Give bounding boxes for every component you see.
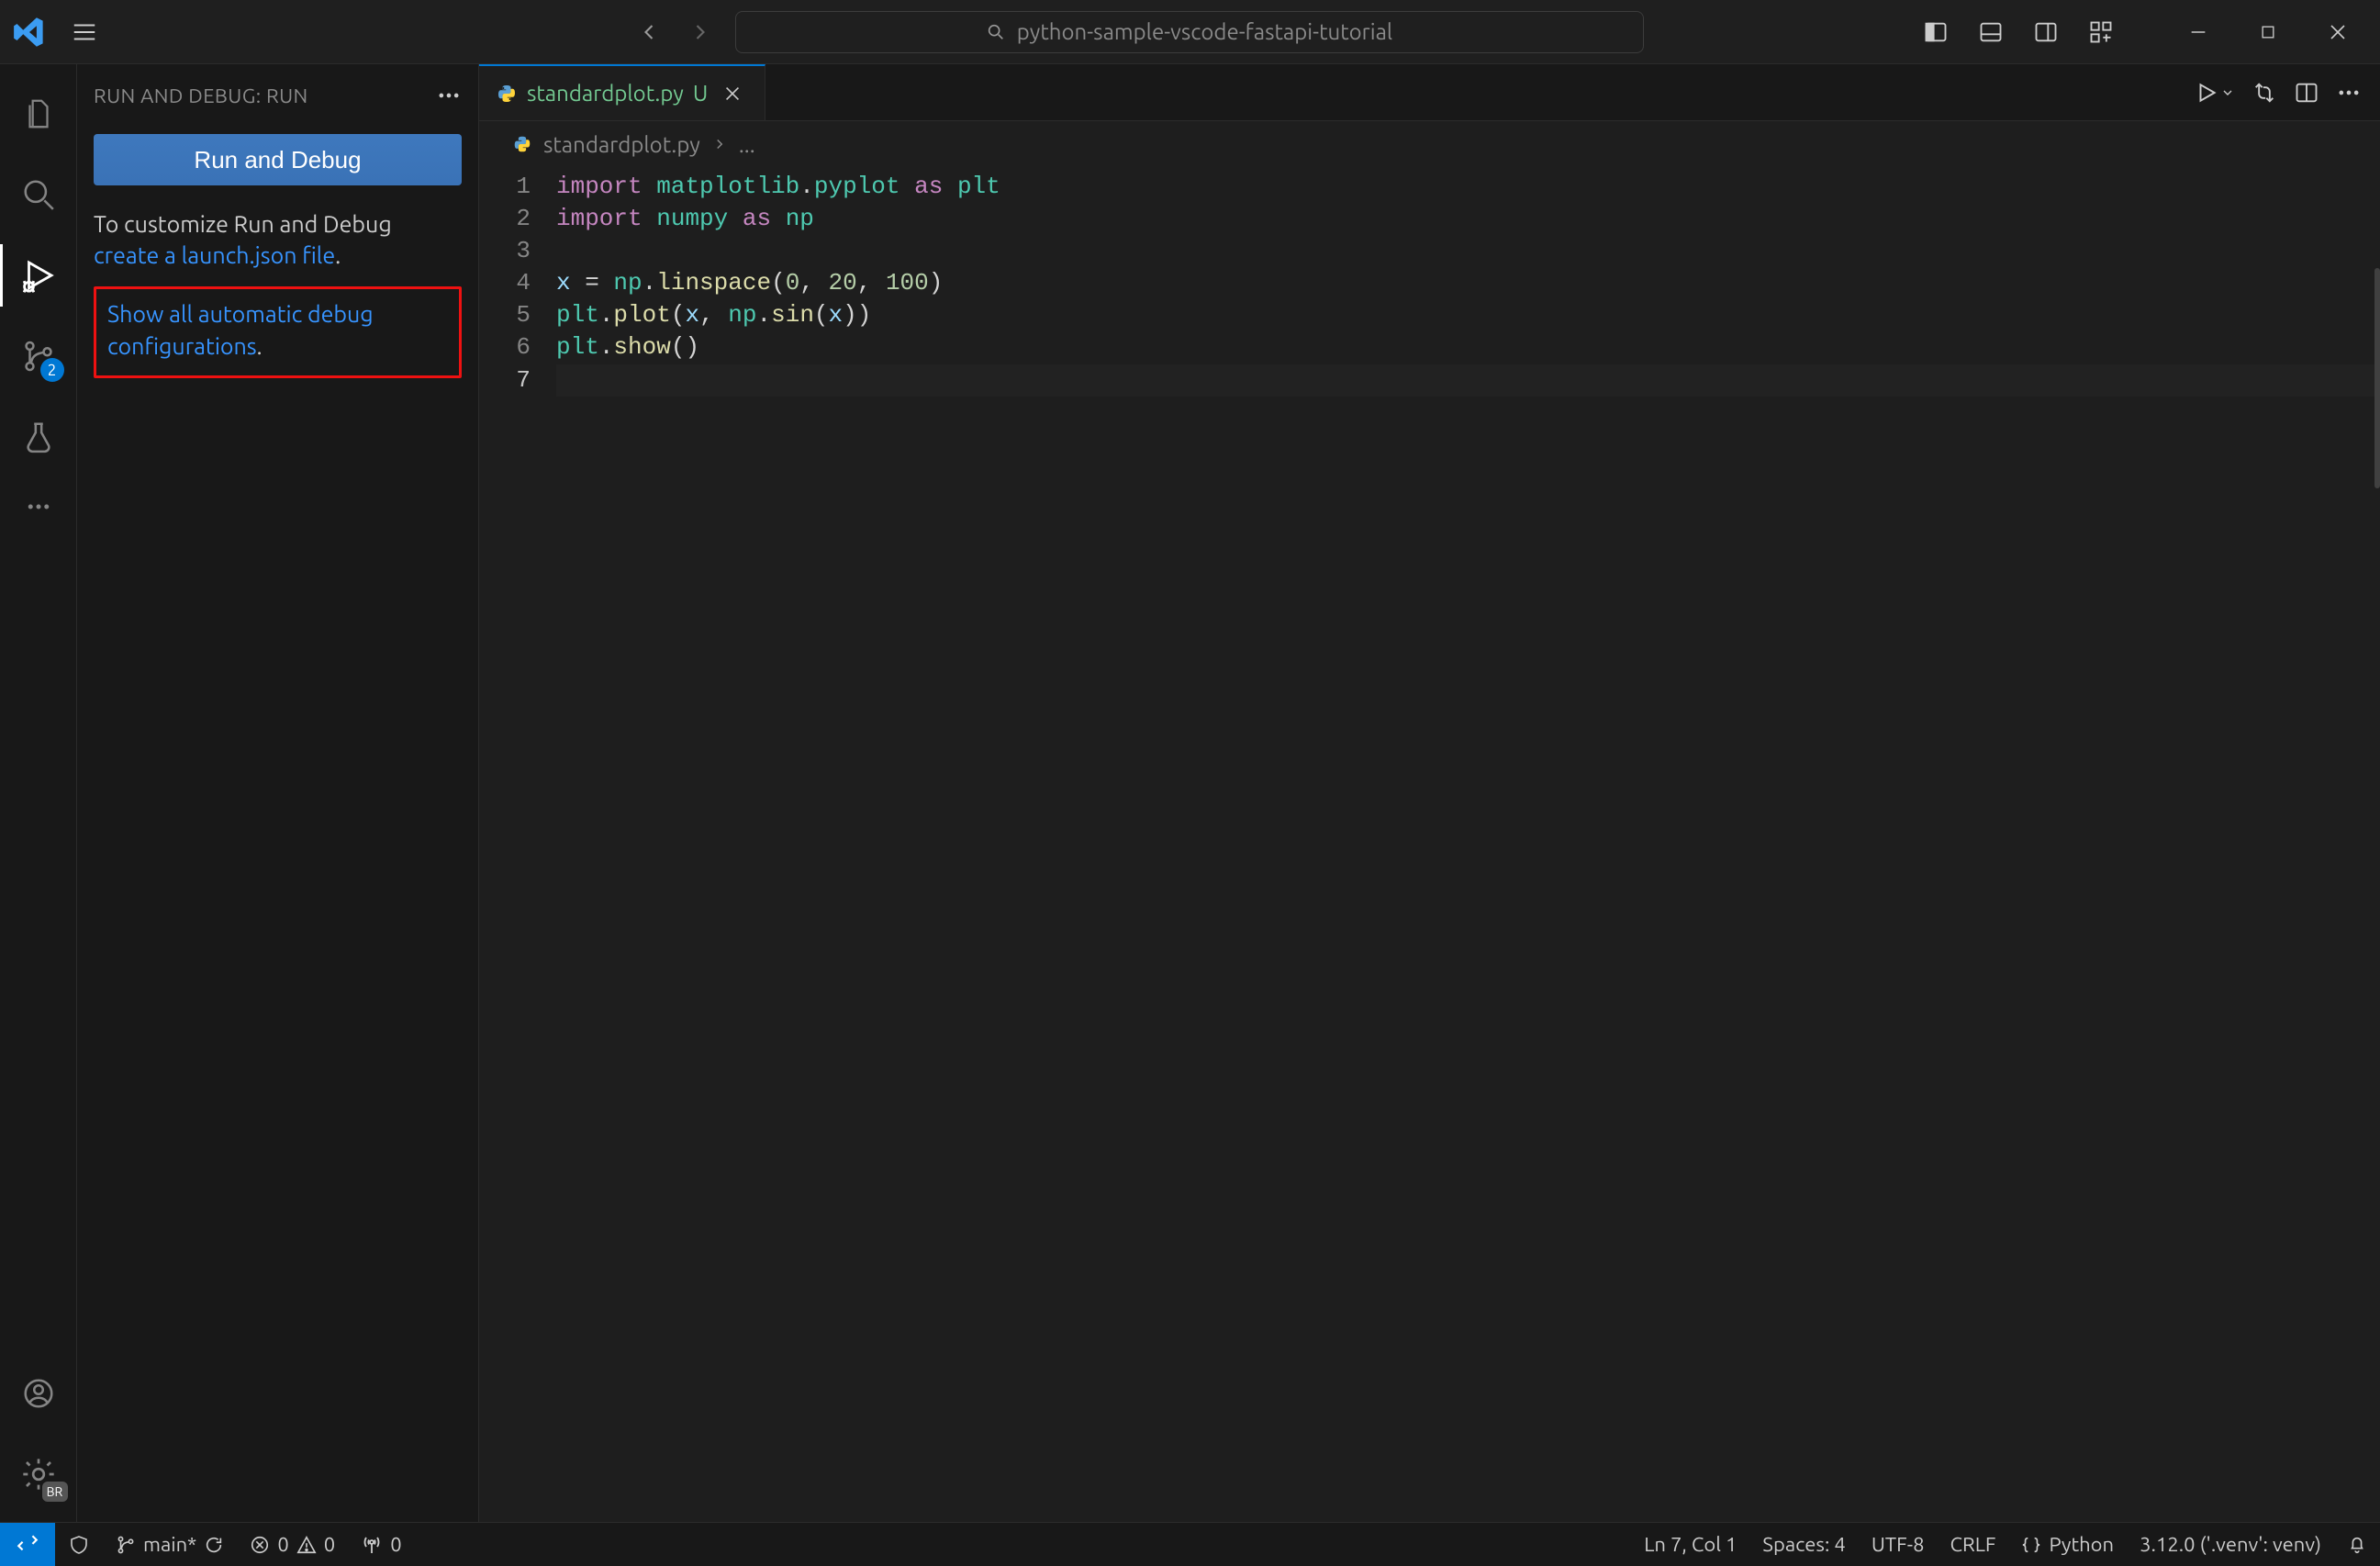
editor-tab[interactable]: standardplot.py U — [479, 64, 765, 120]
line-number: 3 — [479, 235, 556, 267]
sidebar-more-icon[interactable] — [436, 83, 462, 108]
status-ports[interactable]: 0 — [348, 1523, 414, 1566]
radio-tower-icon — [361, 1534, 383, 1556]
tab-filename: standardplot.py — [527, 81, 684, 106]
customize-text: To customize Run and Debug — [94, 211, 392, 237]
line-number: 7 — [479, 364, 556, 397]
run-file-icon[interactable] — [2195, 81, 2235, 105]
command-center-search[interactable]: python-sample-vscode-fastapi-tutorial — [735, 11, 1644, 53]
window-maximize-icon[interactable] — [2239, 10, 2297, 54]
vscode-logo-icon — [7, 10, 51, 54]
breadcrumb-python-icon — [512, 134, 532, 154]
breadcrumb-file: standardplot.py — [543, 132, 700, 157]
activity-settings-icon[interactable]: BR — [0, 1436, 77, 1513]
activity-run-debug-icon[interactable] — [0, 237, 77, 314]
activity-source-control-icon[interactable]: 2 — [0, 318, 77, 395]
code-line[interactable]: x = np.linspace(0, 20, 100) — [556, 267, 2380, 299]
remote-window-button[interactable] — [0, 1523, 55, 1566]
window-close-icon[interactable] — [2308, 10, 2367, 54]
status-problems[interactable]: 0 0 — [237, 1523, 348, 1566]
run-and-debug-button[interactable]: Run and Debug — [94, 134, 462, 185]
activity-accounts-icon[interactable] — [0, 1355, 77, 1432]
status-bar: main* 0 0 0 Ln 7, Col 1 Spaces: 4 UTF-8 … — [0, 1522, 2380, 1566]
activity-explorer-icon[interactable] — [0, 75, 77, 152]
line-number: 6 — [479, 331, 556, 364]
status-interpreter[interactable]: 3.12.0 ('.venv': venv) — [2127, 1533, 2334, 1556]
editor-more-icon[interactable] — [2336, 80, 2362, 106]
activity-bar: 2 BR — [0, 64, 77, 1522]
overview-ruler — [2374, 268, 2380, 488]
activity-testing-icon[interactable] — [0, 398, 77, 475]
activity-search-icon[interactable] — [0, 156, 77, 233]
status-ports-count: 0 — [390, 1533, 401, 1556]
code-line[interactable] — [556, 364, 2380, 397]
layout-panel-icon[interactable] — [1969, 10, 2013, 54]
status-language[interactable]: Python — [2008, 1533, 2127, 1556]
status-notifications-icon[interactable] — [2334, 1535, 2380, 1555]
breadcrumb-more: ... — [739, 132, 755, 157]
show-all-debug-configs-link[interactable]: Show all automatic debug configurations — [107, 301, 374, 359]
nav-forward-icon[interactable] — [678, 10, 722, 54]
code-line[interactable]: plt.plot(x, np.sin(x)) — [556, 299, 2380, 331]
line-number: 5 — [479, 299, 556, 331]
braces-icon — [2021, 1535, 2041, 1555]
tab-modified-marker: U — [693, 81, 708, 106]
editor-tab-bar: standardplot.py U — [479, 64, 2380, 121]
line-number: 1 — [479, 171, 556, 203]
compare-changes-icon[interactable] — [2252, 80, 2277, 106]
code-line[interactable]: plt.show() — [556, 331, 2380, 364]
warning-icon — [296, 1535, 317, 1555]
split-editor-icon[interactable] — [2294, 80, 2319, 106]
status-warnings-count: 0 — [324, 1533, 335, 1556]
code-line[interactable]: import numpy as np — [556, 203, 2380, 235]
command-center-text: python-sample-vscode-fastapi-tutorial — [1017, 19, 1392, 44]
status-encoding[interactable]: UTF-8 — [1859, 1533, 1938, 1556]
chevron-right-icon — [711, 136, 728, 152]
settings-badge: BR — [42, 1482, 68, 1502]
window-minimize-icon[interactable] — [2169, 10, 2228, 54]
create-launch-json-link[interactable]: create a launch.json file — [94, 242, 335, 268]
line-number: 2 — [479, 203, 556, 235]
status-branch-name: main* — [143, 1533, 196, 1556]
run-debug-sidebar: RUN AND DEBUG: RUN Run and Debug To cust… — [77, 64, 479, 1522]
breadcrumb[interactable]: standardplot.py ... — [479, 121, 2380, 167]
scm-badge: 2 — [40, 358, 64, 382]
status-indentation[interactable]: Spaces: 4 — [1749, 1533, 1858, 1556]
tab-close-icon[interactable] — [717, 78, 748, 109]
status-trust-icon[interactable] — [55, 1523, 103, 1566]
code-line[interactable] — [556, 235, 2380, 267]
line-number: 4 — [479, 267, 556, 299]
status-branch[interactable]: main* — [103, 1523, 237, 1566]
status-cursor-position[interactable]: Ln 7, Col 1 — [1631, 1533, 1749, 1556]
code-line[interactable]: import matplotlib.pyplot as plt — [556, 171, 2380, 203]
status-errors-count: 0 — [277, 1533, 288, 1556]
menu-hamburger-icon[interactable] — [61, 8, 108, 56]
layout-customize-icon[interactable] — [2079, 10, 2123, 54]
layout-secondary-sidebar-icon[interactable] — [2024, 10, 2068, 54]
status-eol[interactable]: CRLF — [1937, 1533, 2008, 1556]
activity-more-icon[interactable] — [0, 479, 77, 534]
customize-text-block: To customize Run and Debug create a laun… — [94, 209, 462, 272]
nav-back-icon[interactable] — [627, 10, 671, 54]
code-editor[interactable]: 1import matplotlib.pyplot as plt2import … — [479, 167, 2380, 1522]
sync-icon[interactable] — [204, 1535, 224, 1555]
title-bar: python-sample-vscode-fastapi-tutorial — [0, 0, 2380, 64]
error-icon — [250, 1535, 270, 1555]
layout-primary-sidebar-icon[interactable] — [1914, 10, 1958, 54]
editor-area: standardplot.py U — [479, 64, 2380, 1522]
python-file-icon — [496, 83, 518, 105]
status-language-name: Python — [2049, 1533, 2114, 1556]
sidebar-title: RUN AND DEBUG: RUN — [94, 84, 308, 107]
annotation-highlight-box: Show all automatic debug configurations. — [94, 286, 462, 378]
